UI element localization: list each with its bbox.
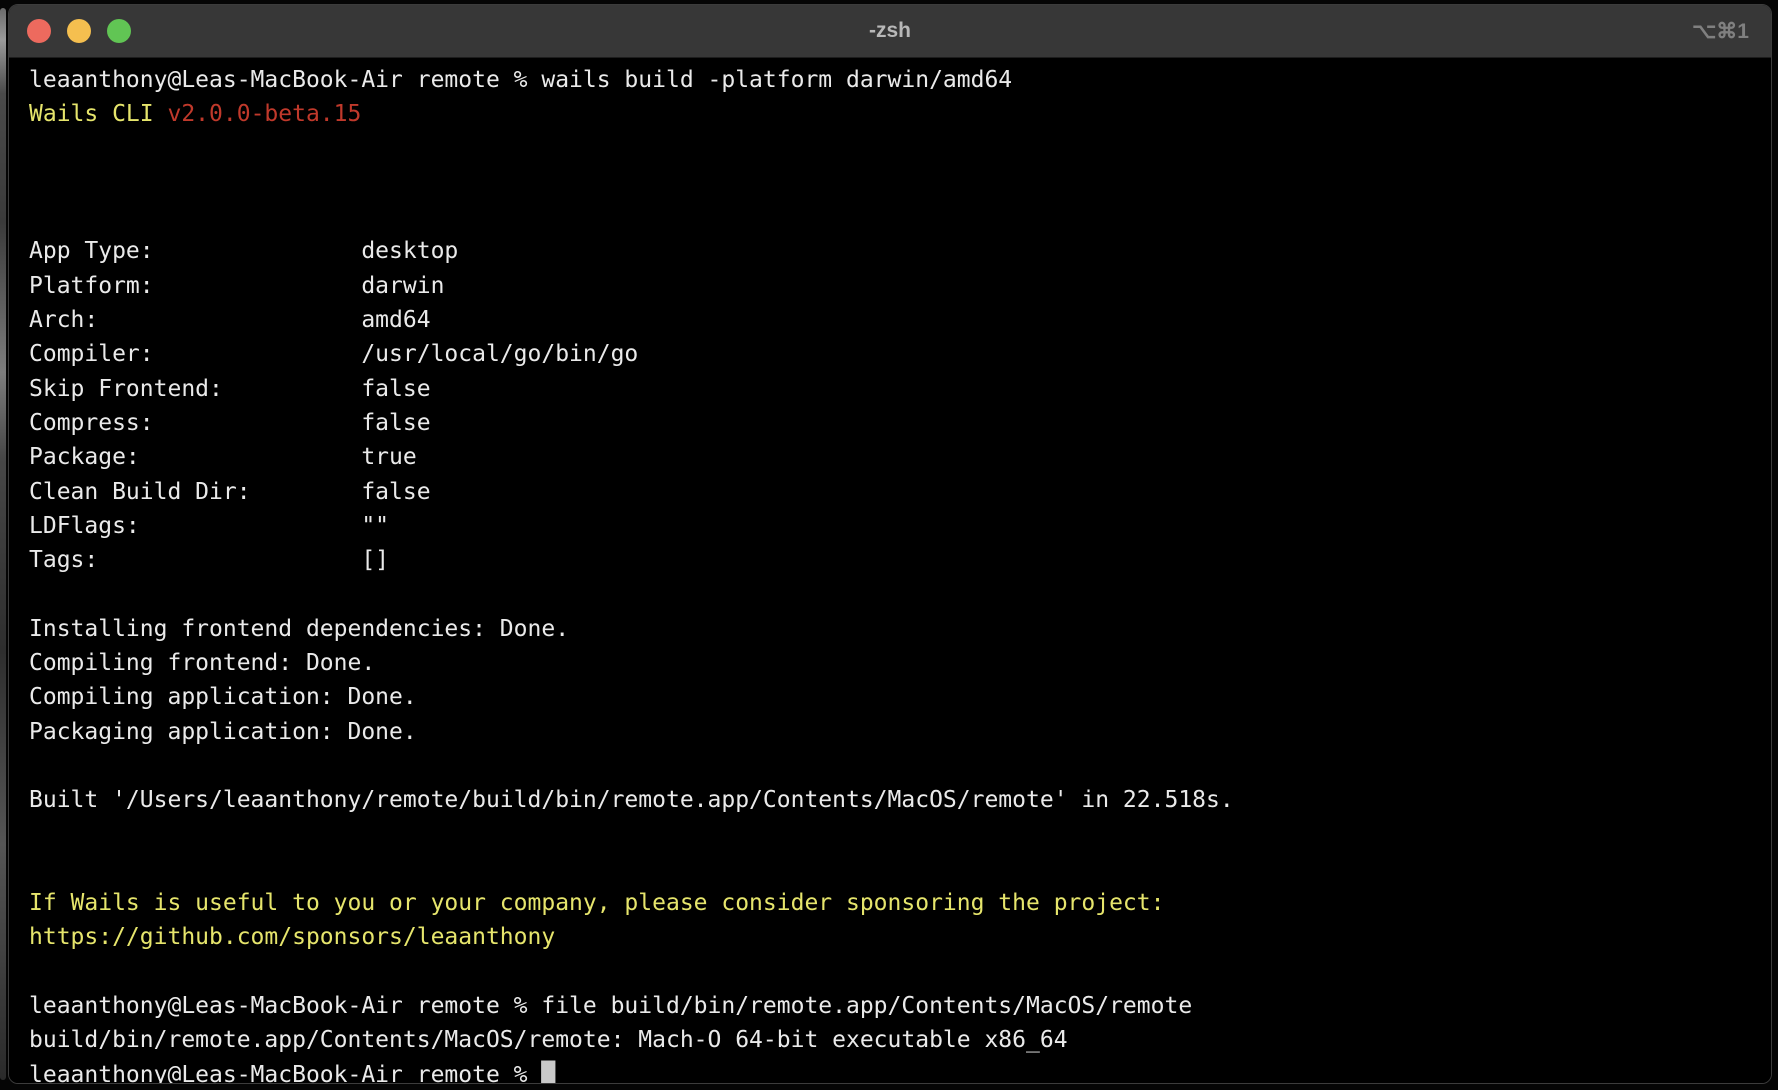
terminal-text-segment: leaanthony@Leas-MacBook-Air remote % [29,1062,541,1084]
terminal-cursor: █ [541,1062,555,1084]
terminal-line: leaanthony@Leas-MacBook-Air remote % fil… [29,989,1761,1023]
terminal-line: Skip Frontend: false [29,372,1761,406]
terminal-line: Compiling application: Done. [29,680,1761,714]
terminal-line: If Wails is useful to you or your compan… [29,886,1761,920]
terminal-line: Installing frontend dependencies: Done. [29,612,1761,646]
terminal-output[interactable]: leaanthony@Leas-MacBook-Air remote % wai… [9,58,1771,1084]
terminal-line: leaanthony@Leas-MacBook-Air remote % wai… [29,63,1761,97]
zoom-button[interactable] [107,19,131,43]
minimize-button[interactable] [67,19,91,43]
terminal-text-segment: LDFlags: "" [29,513,389,539]
terminal-text-segment: leaanthony@Leas-MacBook-Air remote % fil… [29,993,1192,1019]
terminal-line [29,818,1761,852]
terminal-line: Packaging application: Done. [29,715,1761,749]
window-shortcut-badge: ⌥⌘1 [1692,5,1749,57]
terminal-text-segment: Clean Build Dir: false [29,479,431,505]
terminal-line: LDFlags: "" [29,509,1761,543]
terminal-window: -zsh ⌥⌘1 leaanthony@Leas-MacBook-Air rem… [8,4,1772,1084]
terminal-line [29,852,1761,886]
terminal-line: build/bin/remote.app/Contents/MacOS/remo… [29,1023,1761,1057]
terminal-text-segment: Built '/Users/leaanthony/remote/build/bi… [29,787,1234,813]
terminal-text-segment: Compiling application: Done. [29,684,417,710]
terminal-line: Tags: [] [29,543,1761,577]
terminal-text-segment: Arch: amd64 [29,307,431,333]
desktop-canvas: -zsh ⌥⌘1 leaanthony@Leas-MacBook-Air rem… [0,0,1778,1090]
terminal-line: Package: true [29,440,1761,474]
terminal-line: Built '/Users/leaanthony/remote/build/bi… [29,783,1761,817]
terminal-text-segment: Platform: darwin [29,273,444,299]
terminal-text-segment: Compiling frontend: Done. [29,650,375,676]
terminal-line: Arch: amd64 [29,303,1761,337]
terminal-line [29,577,1761,611]
terminal-line: App Type: desktop [29,234,1761,268]
terminal-text-segment: App Type: desktop [29,238,458,264]
terminal-line [29,749,1761,783]
window-title: -zsh [9,19,1771,43]
terminal-line [29,955,1761,989]
terminal-text-segment: build/bin/remote.app/Contents/MacOS/remo… [29,1027,1068,1053]
terminal-text-segment: If Wails is useful to you or your compan… [29,890,1164,916]
terminal-line: https://github.com/sponsors/leaanthony [29,920,1761,954]
terminal-text-segment: Skip Frontend: false [29,376,431,402]
terminal-text-segment: Installing frontend dependencies: Done. [29,616,569,642]
terminal-line: Platform: darwin [29,269,1761,303]
terminal-text-segment: v2.0.0-beta.15 [167,101,361,127]
background-window-edge [0,8,6,1080]
terminal-line: Compiler: /usr/local/go/bin/go [29,337,1761,371]
window-controls [27,5,131,57]
terminal-line: leaanthony@Leas-MacBook-Air remote % █ [29,1058,1761,1084]
terminal-text-segment: Package: true [29,444,417,470]
terminal-line: Wails CLI v2.0.0-beta.15 [29,97,1761,131]
terminal-text-segment: Compiler: /usr/local/go/bin/go [29,341,638,367]
terminal-text-segment: Tags: [] [29,547,389,573]
terminal-text-segment: Wails CLI [29,101,167,127]
terminal-line [29,166,1761,200]
terminal-line [29,132,1761,166]
terminal-text-segment: leaanthony@Leas-MacBook-Air remote % wai… [29,67,1012,93]
close-button[interactable] [27,19,51,43]
terminal-line: Clean Build Dir: false [29,475,1761,509]
terminal-text-segment: Compress: false [29,410,431,436]
terminal-line: Compress: false [29,406,1761,440]
terminal-text-segment: Packaging application: Done. [29,719,417,745]
terminal-line: Compiling frontend: Done. [29,646,1761,680]
terminal-line [29,200,1761,234]
terminal-text-segment: https://github.com/sponsors/leaanthony [29,924,555,950]
window-titlebar[interactable]: -zsh ⌥⌘1 [9,5,1771,58]
